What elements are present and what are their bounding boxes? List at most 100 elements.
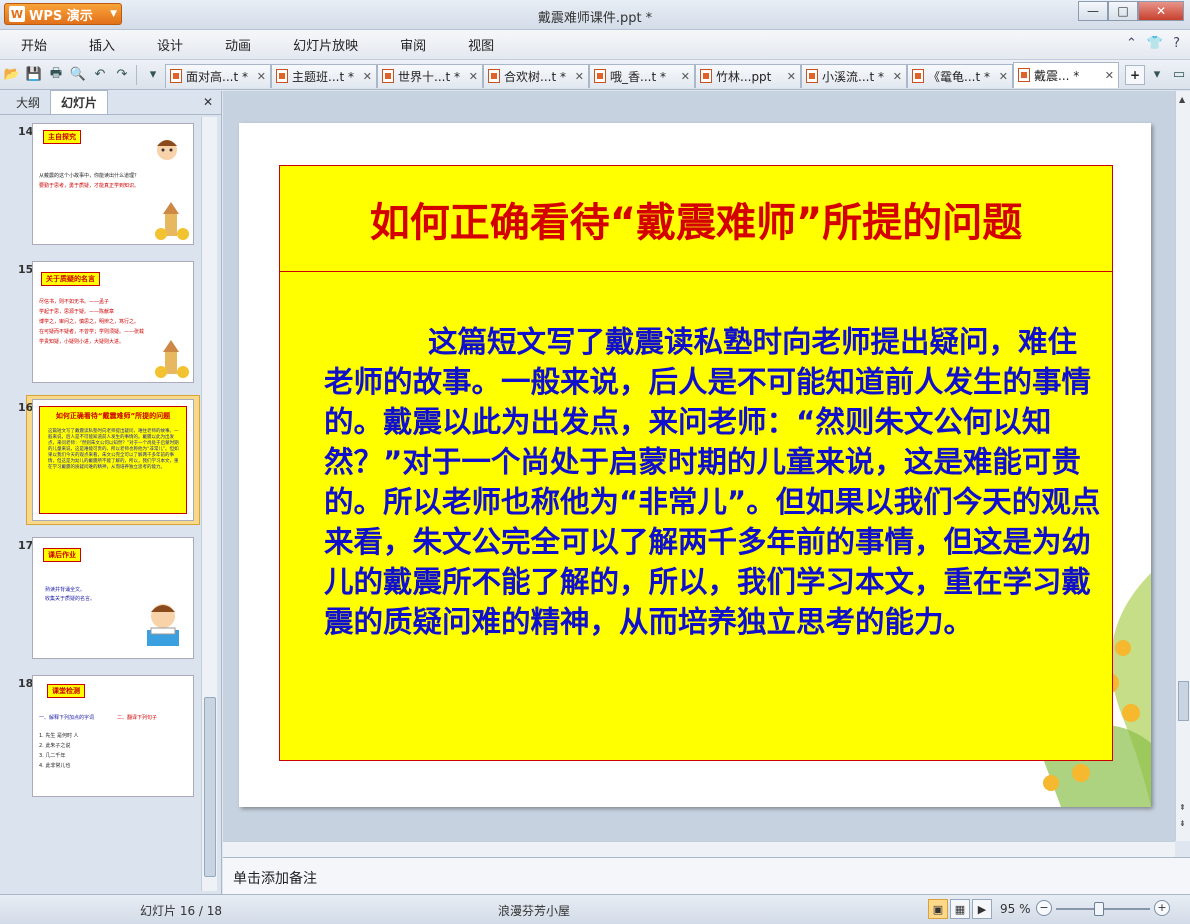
slide-thumbnail-14[interactable]: 14 主自探究 从戴震的这个小故事中，你能读出什么道理？ 要勤于思考，勇于质疑，… [12,123,198,247]
open-folder-icon[interactable]: 📂 [2,65,22,85]
ppt-file-icon [170,69,182,83]
slide-title: 如何正确看待“戴震难师”所提的问题 [369,200,1023,246]
thumbnail-line: 熟读并背诵全文。 [45,587,86,593]
slide-horizontal-scrollbar[interactable] [223,841,1175,857]
zoom-in-button[interactable]: + [1154,900,1170,916]
help-icon[interactable]: ? [1173,36,1180,51]
thumbnail-line: 博学之，审问之，慎思之，明辨之，笃行之。 [39,319,140,325]
doc-tab[interactable]: 小溪流...t * ✕ [801,63,907,88]
thumbnail-line: 一、解释下列加点的字词 [39,715,95,721]
slide-sorter-button[interactable]: ▦ [950,899,970,919]
doc-tab-label: 《鼋龟...t * [928,69,990,84]
thumbnail-preview: 关于质疑的名言 尽信书，则不如无书。——孟子 学起于思，思源于疑。——陈献章 博… [32,261,194,383]
menu-insert[interactable]: 插入 [68,35,136,54]
close-tab-icon[interactable]: ✕ [257,70,266,83]
menu-design[interactable]: 设计 [136,35,204,54]
scrollbar-thumb[interactable] [1178,681,1189,721]
close-button[interactable]: ✕ [1138,1,1184,21]
tab-outline[interactable]: 大纲 [6,91,50,114]
thumbnail-title: 课堂检测 [47,684,85,698]
print-preview-icon[interactable]: 🔍 [68,65,88,85]
skin-icon[interactable]: 👕 [1147,36,1163,51]
customize-toolbar-icon[interactable]: ▾ [143,65,163,85]
thumbnail-line: 4. 此非常儿也 [39,763,71,769]
doc-tab-active[interactable]: 戴震... * ✕ [1013,61,1119,88]
doc-tab[interactable]: 哦_香...t * ✕ [589,63,695,88]
thumbnail-line: 1. 先生 是何时 人 [39,733,79,739]
save-icon[interactable]: 💾 [24,65,44,85]
close-tab-icon[interactable]: ✕ [575,70,584,83]
minimize-button[interactable]: — [1078,1,1108,21]
slideshow-button[interactable]: ▶ [972,899,992,919]
previous-slide-icon[interactable]: ⇞ [1179,803,1186,812]
close-tab-icon[interactable]: ✕ [999,70,1008,83]
slide-title-box[interactable]: 如何正确看待“戴震难师”所提的问题 [279,165,1113,273]
ppt-file-icon [806,69,818,83]
menu-animation[interactable]: 动画 [204,35,272,54]
thumbnail-line: 要勤于思考，勇于质疑，才能真正学到知识。 [39,183,140,189]
slide-thumbnail-16[interactable]: 16 如何正确看待“戴震难师”所提的问题 这篇短文写了戴震读私塾时向老师提出疑问… [12,395,200,525]
window-layout-icon[interactable]: ▭ [1169,65,1189,85]
tab-slides[interactable]: 幻灯片 [50,90,109,114]
ppt-file-icon [276,69,288,83]
slide-thumbnail-15[interactable]: 15 关于质疑的名言 尽信书，则不如无书。——孟子 学起于思，思源于疑。——陈献… [12,261,198,385]
doc-tab[interactable]: 《鼋龟...t * ✕ [907,63,1013,88]
thumbnail-line: 二、翻译下列句子 [117,715,158,721]
window-title: 戴震难师课件.ppt * [537,11,653,26]
ppt-file-icon [488,69,500,83]
slide-body-box[interactable]: 这篇短文写了戴震读私塾时向老师提出疑问，难住老师的故事。一般来说，后人是不可能知… [279,271,1113,761]
close-tab-icon[interactable]: ✕ [469,70,478,83]
castle-decoration-icon [155,202,189,240]
tab-list-icon[interactable]: ▾ [1147,65,1167,85]
castle-decoration-icon [155,340,189,378]
close-tab-icon[interactable]: ✕ [893,70,902,83]
doc-tab[interactable]: 竹林...ppt ✕ [695,63,801,88]
notes-pane[interactable]: 单击添加备注 [223,857,1190,894]
menu-view[interactable]: 视图 [447,35,515,54]
thumbnail-line: 从戴震的这个小故事中，你能读出什么道理？ [39,173,140,179]
thumbnail-line: 3. 几二千年 [39,753,66,759]
redo-icon[interactable]: ↷ [112,65,132,85]
doc-tab-label: 合欢树...t * [504,69,566,84]
slide-thumbnail-18[interactable]: 18 课堂检测 一、解释下列加点的字词 二、翻译下列句子 1. 先生 是何时 人… [12,675,198,799]
scrollbar-thumb[interactable] [204,697,216,877]
notes-placeholder: 单击添加备注 [233,871,317,887]
thumbnail-preview: 如何正确看待“戴震难师”所提的问题 这篇短文写了戴震读私塾时向老师提出疑问，难住… [32,399,194,521]
scroll-up-icon[interactable]: ▲ [1179,95,1185,104]
collapse-ribbon-icon[interactable]: ⌃ [1126,36,1137,51]
thumbnail-preview: 课后作业 熟读并背诵全文。 收集关于质疑的名言。 [32,537,194,659]
print-icon[interactable]: 🖶 [46,65,66,85]
maximize-button[interactable]: □ [1108,1,1138,21]
doc-tab-label: 戴震... * [1034,68,1080,83]
slide-thumbnail-17[interactable]: 17 课后作业 熟读并背诵全文。 收集关于质疑的名言。 [12,537,198,661]
slide-counter: 幻灯片 16 / 18 [140,904,223,918]
doc-tab[interactable]: 主题班...t * ✕ [271,63,377,88]
new-tab-button[interactable]: + [1125,64,1145,85]
close-tab-icon[interactable]: ✕ [681,70,690,83]
next-slide-icon[interactable]: ⇟ [1179,819,1186,828]
doc-tab-label: 主题班...t * [292,69,354,84]
theme-name: 浪漫芬芳小屋 [498,904,571,918]
thumbnail-list: 14 主自探究 从戴震的这个小故事中，你能读出什么道理？ 要勤于思考，勇于质疑，… [0,117,200,891]
ppt-file-icon [700,69,712,83]
thumbnail-scrollbar[interactable] [201,117,217,891]
close-tab-icon[interactable]: ✕ [1105,69,1114,82]
slide-vertical-scrollbar[interactable]: ▲ ⇞ ⇟ [1175,91,1190,841]
doc-tab[interactable]: 世界十...t * ✕ [377,63,483,88]
current-slide[interactable]: 如何正确看待“戴震难师”所提的问题 这篇短文写了戴震读私塾时向老师提出疑问，难住… [239,123,1151,807]
close-tab-icon[interactable]: ✕ [787,70,796,83]
normal-view-button[interactable]: ▣ [928,899,948,919]
close-panel-icon[interactable]: ✕ [203,95,213,109]
menu-home[interactable]: 开始 [0,35,68,54]
thumbnail-line: 在可疑而不疑者，不曾学；学则须疑。——张载 [39,329,145,335]
zoom-slider-handle[interactable] [1094,902,1104,916]
ppt-file-icon [382,69,394,83]
doc-tab-label: 面对高...t * [186,69,248,84]
doc-tab[interactable]: 合欢树...t * ✕ [483,63,589,88]
doc-tab[interactable]: 面对高...t * ✕ [165,63,271,88]
undo-icon[interactable]: ↶ [90,65,110,85]
menu-slideshow[interactable]: 幻灯片放映 [272,35,379,54]
zoom-out-button[interactable]: − [1036,900,1052,916]
close-tab-icon[interactable]: ✕ [363,70,372,83]
menu-review[interactable]: 审阅 [379,35,447,54]
